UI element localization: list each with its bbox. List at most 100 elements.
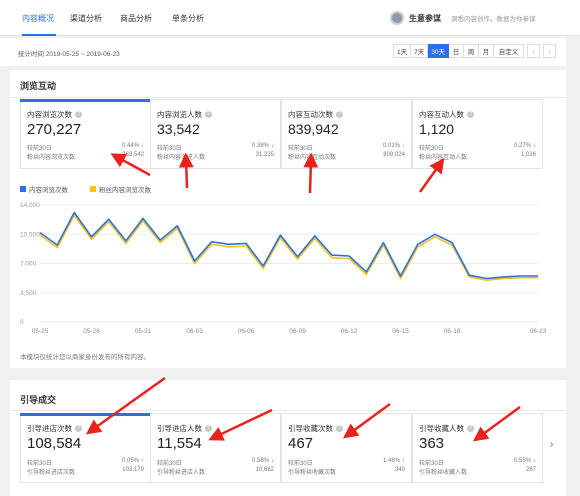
- tab-channel-analysis[interactable]: 渠道分析: [70, 13, 102, 24]
- guide-section-title: 引导成交: [20, 395, 57, 405]
- tab-product-analysis[interactable]: 商品分析: [120, 13, 152, 24]
- metric-value: 108,584: [27, 435, 82, 452]
- question-icon[interactable]: ?: [205, 425, 212, 432]
- metric-fan-row: 引导粉丝进店次数 103,179: [27, 467, 144, 476]
- metric-compare-row: 较前30日 0.05% ↑: [27, 458, 144, 467]
- x-tick-label: 06-03: [186, 328, 203, 335]
- x-tick-label: 06-15: [392, 328, 409, 335]
- metric-card-content-visitors[interactable]: 内容浏览人数? 33,542 较前30日 0.38% ↓ 粉丝内容浏览人数 31,23…: [150, 99, 281, 169]
- period-30d-button[interactable]: 30天: [428, 44, 449, 58]
- divider: [10, 410, 566, 411]
- divider: [10, 97, 566, 98]
- metric-compare-row: 较前30日 0.01% ↓: [288, 143, 405, 152]
- metric-value: 270,227: [27, 121, 82, 138]
- period-week-button[interactable]: 周: [464, 44, 479, 58]
- metric-fan-row: 粉丝内容浏览次数 263,542: [27, 152, 144, 161]
- active-tab-indicator: [22, 34, 56, 36]
- advisor-subtitle: 洞悉内容创作，数据为你参谋: [451, 16, 536, 23]
- metric-title: 内容浏览次数?: [27, 109, 82, 120]
- top-nav: 内容概况 渠道分析 商品分析 单条分析 生意参谋 洞悉内容创作，数据为你参谋: [0, 0, 580, 36]
- legend-item-views[interactable]: 内容浏览次数: [20, 184, 68, 194]
- metric-value: 467: [288, 435, 314, 452]
- metric-fan-row: 引导粉丝收藏人数 267: [419, 467, 536, 476]
- x-tick-label: 05-28: [83, 328, 100, 335]
- metric-title: 内容浏览人数?: [157, 109, 212, 120]
- down-arrow-icon: ↓: [533, 143, 536, 149]
- advisor-logo-icon: [390, 11, 404, 25]
- period-selector: 1天 7天 30天 日 周 月 自定义 ‹ ›: [393, 44, 556, 58]
- metric-compare-row: 较前30日 0.44% ↓: [27, 143, 144, 152]
- down-arrow-icon: ↓: [141, 143, 144, 149]
- question-icon[interactable]: ?: [205, 111, 212, 118]
- metric-card-content-interactors[interactable]: 内容互动人数? 1,120 较前30日 0.27% ↓ 粉丝内容互动人数 1,026: [412, 99, 543, 169]
- question-icon[interactable]: ?: [467, 425, 474, 432]
- metric-value: 1,120: [419, 121, 455, 137]
- period-custom-button[interactable]: 自定义: [494, 44, 524, 58]
- y-tick-label: 14,000: [20, 202, 40, 209]
- metric-compare-row: 较前30日 0.58% ↓: [157, 458, 274, 467]
- x-tick-label: 05-25: [32, 328, 49, 335]
- question-icon[interactable]: ?: [75, 111, 82, 118]
- y-tick-label: 3,500: [20, 290, 37, 297]
- views-line-chart: 0 3,500 7,000 10,500 14,000 05-25 05-28 05-31 06…: [20, 202, 547, 335]
- question-icon[interactable]: ?: [75, 425, 82, 432]
- metric-compare-row: 较前30日 0.55% ↓: [419, 458, 536, 467]
- x-tick-label: 06-12: [341, 328, 358, 335]
- period-7d-button[interactable]: 7天: [411, 44, 429, 58]
- metric-card-favorite-users[interactable]: 引导收藏人数? 363 较前30日 0.55% ↓ 引导粉丝收藏人数 267: [412, 413, 543, 483]
- question-icon[interactable]: ?: [336, 425, 343, 432]
- metric-title: 引导进店次数?: [27, 423, 82, 434]
- metric-compare-row: 较前30日 0.27% ↓: [419, 143, 536, 152]
- y-tick-label: 0: [20, 319, 24, 326]
- metric-card-store-visitors[interactable]: 引导进店人数? 11,554 较前30日 0.58% ↓ 引导粉丝进店人数 10,68…: [150, 413, 281, 483]
- metric-title: 引导进店人数?: [157, 423, 212, 434]
- legend-swatch: [20, 186, 26, 192]
- series-line-0: [39, 211, 538, 280]
- advisor-title: 生意参谋: [409, 13, 441, 23]
- metric-card-favorite-times[interactable]: 引导收藏次数? 467 较前30日 1.48% ↓ 引导粉丝收藏次数 340: [281, 413, 412, 483]
- metric-card-content-interactions[interactable]: 内容互动次数? 839,942 较前30日 0.01% ↓ 粉丝内容互动次数 809,…: [281, 99, 412, 169]
- metric-card-content-views[interactable]: 内容浏览次数? 270,227 较前30日 0.44% ↓ 粉丝内容浏览次数 263,…: [20, 99, 151, 169]
- down-arrow-icon: ↓: [402, 143, 405, 149]
- metric-fan-row: 粉丝内容互动次数 809,024: [288, 152, 405, 161]
- tab-single-analysis[interactable]: 单条分析: [172, 13, 204, 24]
- module-note: 本模块仅统计您以商家身份发布的所有内容。: [20, 354, 150, 361]
- metric-fan-row: 粉丝内容互动人数 1,026: [419, 152, 536, 161]
- business-advisor[interactable]: 生意参谋 洞悉内容创作，数据为你参谋: [390, 10, 536, 26]
- x-tick-label: 06-06: [238, 328, 255, 335]
- x-tick-label: 06-18: [444, 328, 461, 335]
- metric-fan-row: 粉丝内容浏览人数 31,235: [157, 152, 274, 161]
- date-range: 统计时间 2019-05-25 ~ 2019-06-23: [18, 51, 120, 58]
- x-tick-label: 06-09: [289, 328, 306, 335]
- period-day-button[interactable]: 日: [449, 44, 464, 58]
- guide-panel: 引导成交 引导进店次数? 108,584 较前30日 0.05% ↑ 引导粉丝进店次…: [10, 380, 566, 496]
- metric-fan-row: 引导粉丝进店人数 10,682: [157, 467, 274, 476]
- metric-title: 引导收藏人数?: [419, 423, 474, 434]
- metric-title: 引导收藏次数?: [288, 423, 343, 434]
- question-icon[interactable]: ?: [467, 111, 474, 118]
- y-tick-label: 7,000: [20, 261, 37, 268]
- period-1d-button[interactable]: 1天: [393, 44, 412, 58]
- question-icon[interactable]: ?: [336, 111, 343, 118]
- next-cards-icon[interactable]: ›: [550, 439, 553, 450]
- x-tick-label: 06-23: [530, 328, 547, 335]
- x-tick-label: 05-31: [135, 328, 152, 335]
- series-line-1: [39, 214, 538, 281]
- next-period-icon[interactable]: ›: [543, 44, 556, 58]
- metric-value: 839,942: [288, 121, 339, 137]
- metric-compare-row: 较前30日 1.48% ↓: [288, 458, 405, 467]
- metric-card-store-visits[interactable]: 引导进店次数? 108,584 较前30日 0.05% ↑ 引导粉丝进店次数 103,…: [20, 413, 151, 483]
- date-bar: 统计时间 2019-05-25 ~ 2019-06-23 1天 7天 30天 日…: [0, 38, 566, 66]
- down-arrow-icon: ↓: [271, 143, 274, 149]
- prev-period-icon[interactable]: ‹: [527, 44, 540, 58]
- metric-title: 内容互动次数?: [288, 109, 343, 120]
- legend-item-fan-views[interactable]: 粉丝内容浏览次数: [90, 184, 151, 194]
- period-month-button[interactable]: 月: [479, 44, 494, 58]
- down-arrow-icon: ↓: [533, 458, 536, 464]
- metric-fan-row: 引导粉丝收藏次数 340: [288, 467, 405, 476]
- browse-panel: 浏览互动 内容浏览次数? 270,227 较前30日 0.44% ↓ 粉丝内容浏览次…: [10, 70, 566, 368]
- y-tick-label: 10,500: [20, 231, 40, 238]
- browse-section-title: 浏览互动: [20, 81, 57, 91]
- tab-content-overview[interactable]: 内容概况: [22, 13, 54, 24]
- metric-value: 11,554: [157, 435, 202, 452]
